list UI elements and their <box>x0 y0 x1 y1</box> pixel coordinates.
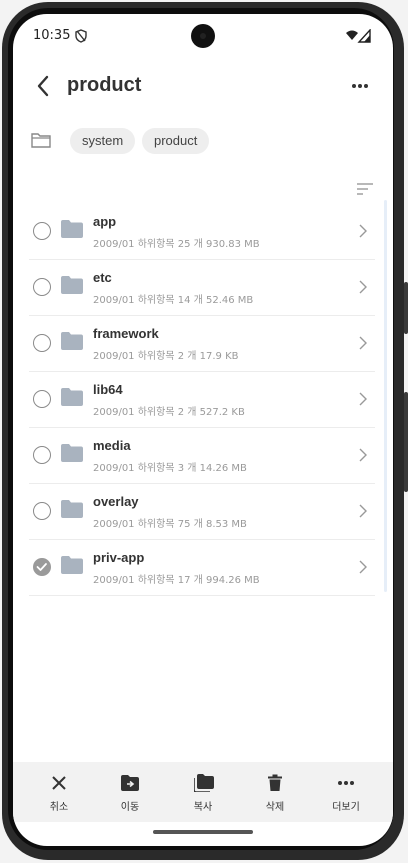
cancel-button[interactable]: 취소 <box>23 762 95 822</box>
chevron-right-icon <box>359 223 367 242</box>
more-horizontal-icon <box>338 781 354 785</box>
chevron-right-icon <box>359 447 367 466</box>
list-item[interactable]: priv-app 2009/01 하위항목 17 개 994.26 MB <box>29 540 375 596</box>
file-list: app 2009/01 하위항목 25 개 930.83 MB etc 2009… <box>29 204 375 596</box>
folder-icon <box>61 556 83 578</box>
sort-icon[interactable] <box>357 180 373 199</box>
folder-icon <box>61 332 83 354</box>
move-button[interactable]: 이동 <box>94 762 166 822</box>
folder-icon <box>61 220 83 242</box>
select-radio[interactable] <box>33 446 51 464</box>
chevron-right-icon <box>359 335 367 354</box>
folder-name: priv-app <box>93 550 145 565</box>
select-radio[interactable] <box>33 502 51 520</box>
close-icon <box>52 776 66 790</box>
folder-meta: 2009/01 하위항목 2 개 527.2 KB <box>93 407 245 418</box>
delete-button[interactable]: 삭제 <box>239 762 311 822</box>
bottom-action-bar: 취소 이동 복사 삭제 더보기 <box>13 762 393 822</box>
more-options-button[interactable] <box>345 72 375 100</box>
folder-outline-icon[interactable] <box>31 132 51 152</box>
folder-meta: 2009/01 하위항목 2 개 17.9 KB <box>93 351 239 362</box>
scrollbar[interactable] <box>384 200 387 592</box>
page-title: product <box>67 74 142 96</box>
select-radio[interactable] <box>33 334 51 352</box>
folder-name: app <box>93 214 117 229</box>
folder-name: overlay <box>93 494 139 509</box>
breadcrumb: system product <box>13 122 393 162</box>
cancel-label: 취소 <box>49 802 69 813</box>
trash-icon <box>268 774 282 791</box>
power-button <box>404 282 408 334</box>
select-radio[interactable] <box>33 278 51 296</box>
chevron-right-icon <box>359 503 367 522</box>
copy-button[interactable]: 복사 <box>167 762 239 822</box>
list-item[interactable]: framework 2009/01 하위항목 2 개 17.9 KB <box>29 316 375 372</box>
chevron-right-icon <box>359 279 367 298</box>
folder-name: lib64 <box>93 382 123 397</box>
select-radio-checked[interactable] <box>33 558 51 576</box>
check-icon <box>36 563 47 571</box>
folder-name: media <box>93 438 131 453</box>
folder-name: framework <box>93 326 159 341</box>
chevron-right-icon <box>359 559 367 578</box>
list-item[interactable]: lib64 2009/01 하위항목 2 개 527.2 KB <box>29 372 375 428</box>
status-bar: 10:35 <box>13 14 393 56</box>
breadcrumb-chip-system[interactable]: system <box>70 128 136 154</box>
copy-label: 복사 <box>193 802 213 813</box>
select-radio[interactable] <box>33 222 51 240</box>
move-label: 이동 <box>120 802 140 813</box>
folder-icon <box>61 388 83 410</box>
home-indicator[interactable] <box>153 830 253 834</box>
list-item[interactable]: etc 2009/01 하위항목 14 개 52.46 MB <box>29 260 375 316</box>
more-label: 더보기 <box>332 802 360 813</box>
select-radio[interactable] <box>33 390 51 408</box>
more-button[interactable]: 더보기 <box>310 762 382 822</box>
folder-copy-icon <box>194 774 214 792</box>
more-horizontal-icon <box>352 84 368 88</box>
folder-meta: 2009/01 하위항목 25 개 930.83 MB <box>93 239 260 250</box>
folder-icon <box>61 276 83 298</box>
signal-icon <box>345 28 371 47</box>
chevron-right-icon <box>359 391 367 410</box>
volume-button <box>404 392 408 492</box>
front-camera <box>191 24 215 48</box>
list-item[interactable]: media 2009/01 하위항목 3 개 14.26 MB <box>29 428 375 484</box>
folder-icon <box>61 444 83 466</box>
list-item[interactable]: overlay 2009/01 하위항목 75 개 8.53 MB <box>29 484 375 540</box>
delete-label: 삭제 <box>265 802 285 813</box>
back-arrow-icon <box>37 75 49 97</box>
status-time: 10:35 <box>33 28 71 43</box>
folder-name: etc <box>93 270 112 285</box>
shield-icon <box>75 28 87 47</box>
app-bar: product <box>13 66 393 106</box>
screen: 10:35 product system product app 2009/01… <box>13 14 393 846</box>
folder-meta: 2009/01 하위항목 14 개 52.46 MB <box>93 295 254 306</box>
list-item[interactable]: app 2009/01 하위항목 25 개 930.83 MB <box>29 204 375 260</box>
folder-meta: 2009/01 하위항목 17 개 994.26 MB <box>93 575 260 586</box>
folder-meta: 2009/01 하위항목 3 개 14.26 MB <box>93 463 247 474</box>
breadcrumb-chip-product[interactable]: product <box>142 128 210 154</box>
folder-meta: 2009/01 하위항목 75 개 8.53 MB <box>93 519 247 530</box>
folder-move-icon <box>121 775 139 791</box>
folder-icon <box>61 500 83 522</box>
back-button[interactable] <box>33 72 59 100</box>
